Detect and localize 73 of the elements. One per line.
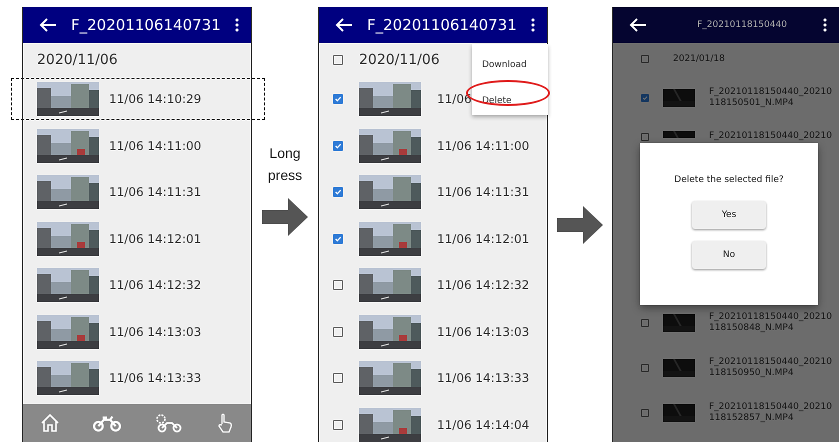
checkbox[interactable] (333, 140, 343, 151)
video-list-item[interactable]: 11/06 14:12:01 (319, 216, 547, 262)
date-heading: 2020/11/06 (359, 52, 440, 68)
checkbox[interactable] (641, 318, 649, 326)
video-list-item[interactable]: 11/06 14:10:29 (23, 76, 251, 122)
recording-time: 11/06 14:11:31 (437, 185, 530, 200)
checkbox[interactable] (333, 420, 343, 430)
file-name: F_20210118150440_20210 (709, 131, 832, 142)
video-list-item[interactable]: 11/06 14:11:31 (319, 169, 547, 216)
recording-time: 11/06 14:11:31 (109, 185, 202, 200)
menu-item[interactable]: Delete (482, 96, 512, 106)
video-list-item[interactable]: 11/06 14:12:32 (319, 262, 547, 308)
more-menu-icon[interactable] (235, 18, 239, 32)
back-arrow-icon[interactable] (39, 18, 57, 32)
recording-time: 11/06 14:12:32 (437, 278, 530, 292)
step-caption: Long (269, 144, 301, 163)
menu-item[interactable]: Download (482, 60, 527, 70)
video-list-item[interactable]: 11/06 14:13:33 (319, 355, 547, 402)
recording-time: 11/06 14:13:33 (109, 371, 202, 386)
file-name: F_20210118150440_20210 118150501_N.MP4 (709, 86, 832, 108)
video-list-item[interactable]: 11/06 14:11:00 (23, 122, 251, 169)
folder-title: F_20201106140731 (71, 16, 222, 34)
video-list-item[interactable]: 11/06 14:11:31 (23, 169, 251, 216)
date-heading: 2021/01/18 (673, 54, 725, 64)
motorcycle-icon[interactable] (92, 413, 120, 433)
video-list-item[interactable]: 11/06 14:13:33 (23, 355, 251, 402)
recording-time: 11/06 14:12:01 (109, 232, 202, 246)
recording-time: 11/06 14:14:04 (437, 418, 530, 432)
more-menu-icon[interactable] (823, 18, 827, 32)
checkbox[interactable] (641, 408, 649, 416)
recording-time: 11/06 14:10:29 (109, 92, 202, 106)
video-list-item[interactable]: 11/06 14:12:01 (23, 216, 251, 262)
no-button[interactable]: No (692, 241, 766, 269)
dialog-message: Delete the selected file? (674, 175, 784, 185)
motorcycle-settings-icon[interactable] (154, 413, 182, 433)
recording-time: 11/06 14:13:33 (437, 371, 530, 386)
checkbox[interactable] (333, 94, 343, 104)
back-arrow-icon[interactable] (335, 18, 353, 32)
video-list-item[interactable]: 11/06 14:13:03 (319, 308, 547, 355)
yes-button[interactable]: Yes (692, 201, 766, 229)
checkbox[interactable] (333, 234, 343, 244)
video-list-item[interactable]: 11/06 14:13:03 (23, 308, 251, 355)
video-list-item[interactable]: 11/06 14:14:04 (319, 402, 547, 442)
file-name: F_20210118150440_20210 118150848_N.MP4 (709, 312, 832, 334)
back-arrow-icon[interactable] (629, 18, 647, 32)
step-caption: press (268, 166, 302, 185)
file-name: F_20210118150440_20210 118152857_N.MP4 (709, 402, 832, 424)
checkbox[interactable] (641, 55, 649, 63)
checkbox[interactable] (333, 187, 343, 198)
checkbox[interactable] (333, 373, 343, 384)
checkbox[interactable] (333, 326, 343, 337)
video-list-item[interactable]: 11/06 14:12:32 (23, 262, 251, 308)
recording-time: 11/06 14:12:01 (437, 232, 530, 246)
checkbox[interactable] (333, 54, 343, 64)
right-arrow-icon (262, 198, 308, 236)
recording-time: 11/06 (437, 92, 472, 106)
date-heading: 2020/11/06 (37, 52, 118, 68)
file-name: F_20210118150440_20210 118150950_N.MP4 (709, 356, 832, 378)
checkbox[interactable] (333, 280, 343, 290)
checkbox[interactable] (641, 364, 649, 372)
recording-time: 11/06 14:12:32 (109, 278, 202, 292)
folder-title: F_20201106140731 (367, 16, 518, 34)
right-arrow-icon (557, 206, 603, 244)
recording-time: 11/06 14:11:00 (109, 138, 202, 153)
recording-time: 11/06 14:13:03 (437, 324, 530, 339)
home-icon[interactable] (40, 413, 60, 433)
video-list-item[interactable]: 11/06 14:11:00 (319, 122, 547, 169)
recording-time: 11/06 14:13:03 (109, 324, 202, 339)
more-menu-icon[interactable] (531, 18, 535, 32)
folder-title: F_20210118150440 (696, 20, 788, 30)
recording-time: 11/06 14:11:00 (437, 138, 530, 153)
checkbox[interactable] (641, 94, 649, 102)
checkbox[interactable] (641, 133, 649, 141)
